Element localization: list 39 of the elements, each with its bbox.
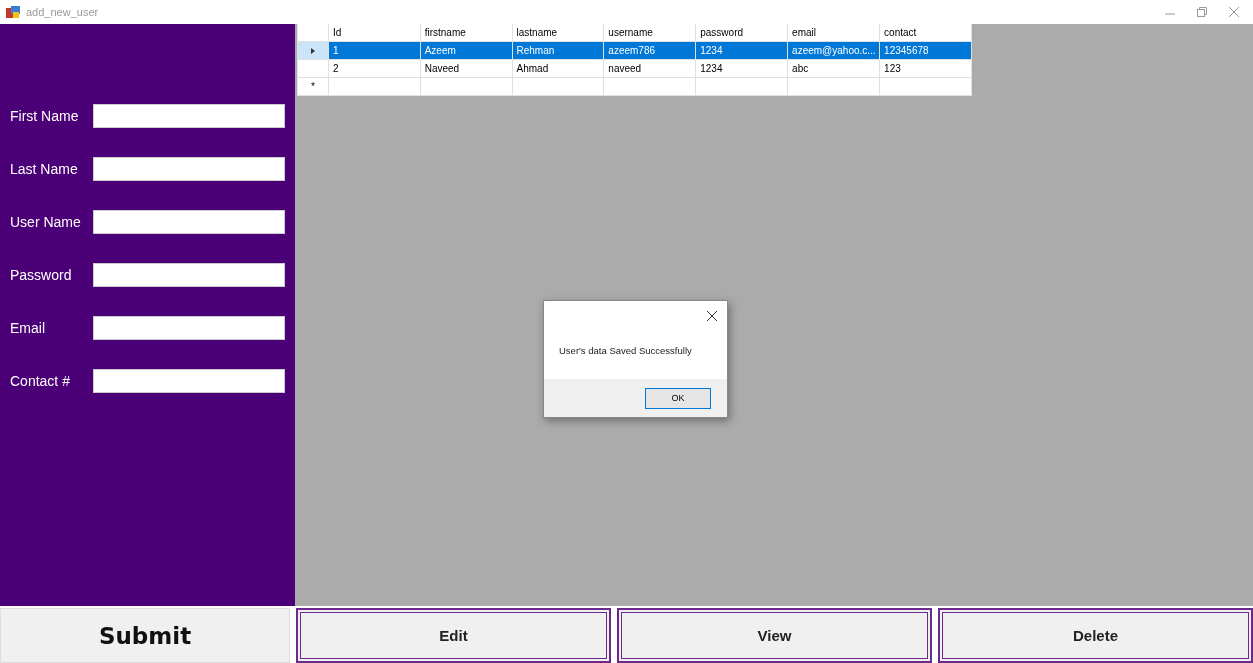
ok-button[interactable]: OK (645, 387, 711, 409)
table-cell: 1234 (695, 59, 788, 78)
column-header[interactable]: lastname (512, 24, 604, 42)
table-cell: abc (787, 59, 880, 78)
field-label: Password (10, 267, 73, 283)
action-button[interactable]: Submit (0, 608, 290, 663)
new-row-marker: * (311, 81, 315, 92)
field-label: Last Name (10, 161, 79, 177)
table-cell: 123 (879, 59, 972, 78)
close-icon[interactable] (707, 311, 717, 321)
input-field[interactable] (93, 369, 285, 393)
window-title: add_new_user (26, 6, 99, 18)
input-field[interactable] (93, 157, 285, 181)
action-button[interactable]: View (617, 608, 932, 663)
action-button[interactable]: Edit (296, 608, 611, 663)
table-cell: Naveed (420, 59, 512, 78)
field-label: User Name (10, 214, 82, 230)
column-header[interactable]: firstname (420, 24, 512, 42)
table-cell: naveed (603, 59, 696, 78)
app-icon (6, 6, 20, 18)
table-cell: Ahmad (512, 59, 604, 78)
column-header[interactable]: password (695, 24, 788, 42)
column-header[interactable]: username (603, 24, 696, 42)
column-header[interactable]: email (787, 24, 880, 42)
current-row-icon (310, 48, 315, 54)
input-field[interactable] (93, 104, 285, 128)
input-field[interactable] (93, 263, 285, 287)
table-cell: 2 (328, 59, 421, 78)
action-button[interactable]: Delete (938, 608, 1253, 663)
row-header[interactable] (297, 59, 329, 78)
field-label: First Name (10, 108, 80, 124)
dialog-message: User's data Saved Successfully (559, 345, 692, 356)
input-field[interactable] (93, 210, 285, 234)
column-header[interactable]: contact (879, 24, 972, 42)
field-label: Email (10, 320, 46, 336)
field-label: Contact # (10, 373, 71, 389)
restore-icon[interactable] (1197, 7, 1207, 17)
column-header[interactable]: Id (328, 24, 421, 42)
input-field[interactable] (93, 316, 285, 340)
